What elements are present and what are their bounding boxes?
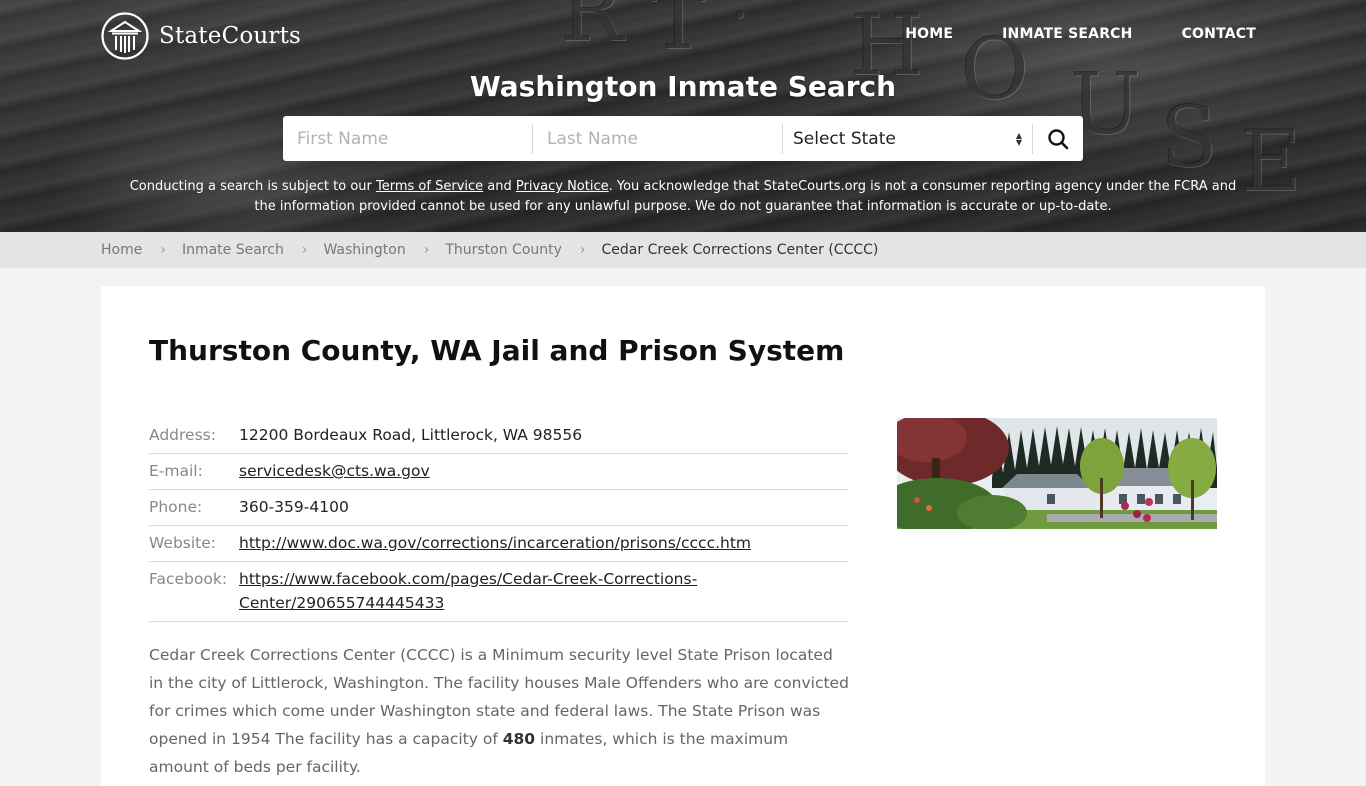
nav-contact[interactable]: CONTACT xyxy=(1182,26,1256,42)
facility-photo xyxy=(897,418,1217,529)
breadcrumb-washington[interactable]: Washington xyxy=(323,242,405,258)
address-value: 12200 Bordeaux Road, Littlerock, WA 9855… xyxy=(239,426,583,444)
email-link[interactable]: servicedesk@cts.wa.gov xyxy=(239,462,430,480)
breadcrumb-inmate-search[interactable]: Inmate Search xyxy=(182,242,284,258)
select-arrows-icon: ▲ ▼ xyxy=(1015,130,1022,147)
phone-value: 360-359-4100 xyxy=(239,498,349,516)
first-name-input[interactable] xyxy=(283,123,533,154)
facility-description: Cedar Creek Corrections Center (CCCC) is… xyxy=(149,641,849,781)
search-disclaimer: Conducting a search is subject to our Te… xyxy=(120,177,1246,217)
facility-info-table: Address: 12200 Bordeaux Road, Littlerock… xyxy=(149,418,849,622)
address-label: Address: xyxy=(149,426,216,444)
inmate-search-form: Select State ▲▼ xyxy=(283,116,1083,161)
info-row-website: Website: http://www.doc.wa.gov/correctio… xyxy=(149,526,849,562)
state-select-value: Select State xyxy=(793,128,896,149)
facility-card: Thurston County, WA Jail and Prison Syst… xyxy=(101,286,1265,786)
chevron-right-icon: › xyxy=(160,242,166,258)
breadcrumb-thurston-county[interactable]: Thurston County xyxy=(445,242,562,258)
website-label: Website: xyxy=(149,534,217,552)
breadcrumb-current: Cedar Creek Corrections Center (CCCC) xyxy=(601,242,879,258)
chevron-right-icon: › xyxy=(301,242,308,258)
facility-photo-image xyxy=(897,418,1217,529)
state-select[interactable]: Select State ▲ ▼ xyxy=(783,123,1033,154)
breadcrumb: Home › Inmate Search › Washington › Thur… xyxy=(0,232,1366,268)
bg-letter: E xyxy=(1240,112,1302,210)
privacy-notice-link[interactable]: Privacy Notice xyxy=(516,179,609,194)
info-row-address: Address: 12200 Bordeaux Road, Littlerock… xyxy=(149,418,849,454)
website-link[interactable]: http://www.doc.wa.gov/corrections/incarc… xyxy=(239,534,751,552)
facebook-label: Facebook: xyxy=(149,570,228,588)
search-button[interactable] xyxy=(1033,116,1083,161)
chevron-right-icon: › xyxy=(579,242,586,258)
page-title: Thurston County, WA Jail and Prison Syst… xyxy=(149,334,845,367)
nav-inmate-search[interactable]: INMATE SEARCH xyxy=(1002,26,1132,42)
chevron-right-icon: › xyxy=(423,242,430,258)
info-row-facebook: Facebook: https://www.facebook.com/pages… xyxy=(149,562,849,622)
last-name-input[interactable] xyxy=(533,123,783,154)
main-nav: HOME INMATE SEARCH CONTACT xyxy=(905,26,1256,42)
phone-label: Phone: xyxy=(149,498,203,516)
info-row-phone: Phone: 360-359-4100 xyxy=(149,490,849,526)
info-row-email: E-mail: servicedesk@cts.wa.gov xyxy=(149,454,849,490)
hero-header: R T · H O U S E StateCourts HOME INMATE … xyxy=(0,0,1366,232)
brand-name: StateCourts xyxy=(159,23,302,49)
site-logo[interactable]: StateCourts xyxy=(101,12,301,60)
facebook-link[interactable]: https://www.facebook.com/pages/Cedar-Cre… xyxy=(239,570,697,612)
capacity-value: 480 xyxy=(502,730,536,748)
terms-of-service-link[interactable]: Terms of Service xyxy=(376,179,483,194)
email-label: E-mail: xyxy=(149,462,203,480)
facebook-link-line2: Center/290655744445433 xyxy=(239,594,445,612)
breadcrumb-home[interactable]: Home xyxy=(101,242,142,258)
magnifier-icon xyxy=(1048,128,1069,149)
top-bar: StateCourts HOME INMATE SEARCH CONTACT xyxy=(0,0,1366,70)
hero-title: Washington Inmate Search xyxy=(469,70,897,103)
nav-home[interactable]: HOME xyxy=(905,26,953,42)
courthouse-columns-icon xyxy=(101,12,149,60)
disclaimer-text: and xyxy=(483,179,516,194)
facebook-link-line1: https://www.facebook.com/pages/Cedar-Cre… xyxy=(239,570,698,588)
disclaimer-text: Conducting a search is subject to our xyxy=(129,179,377,194)
